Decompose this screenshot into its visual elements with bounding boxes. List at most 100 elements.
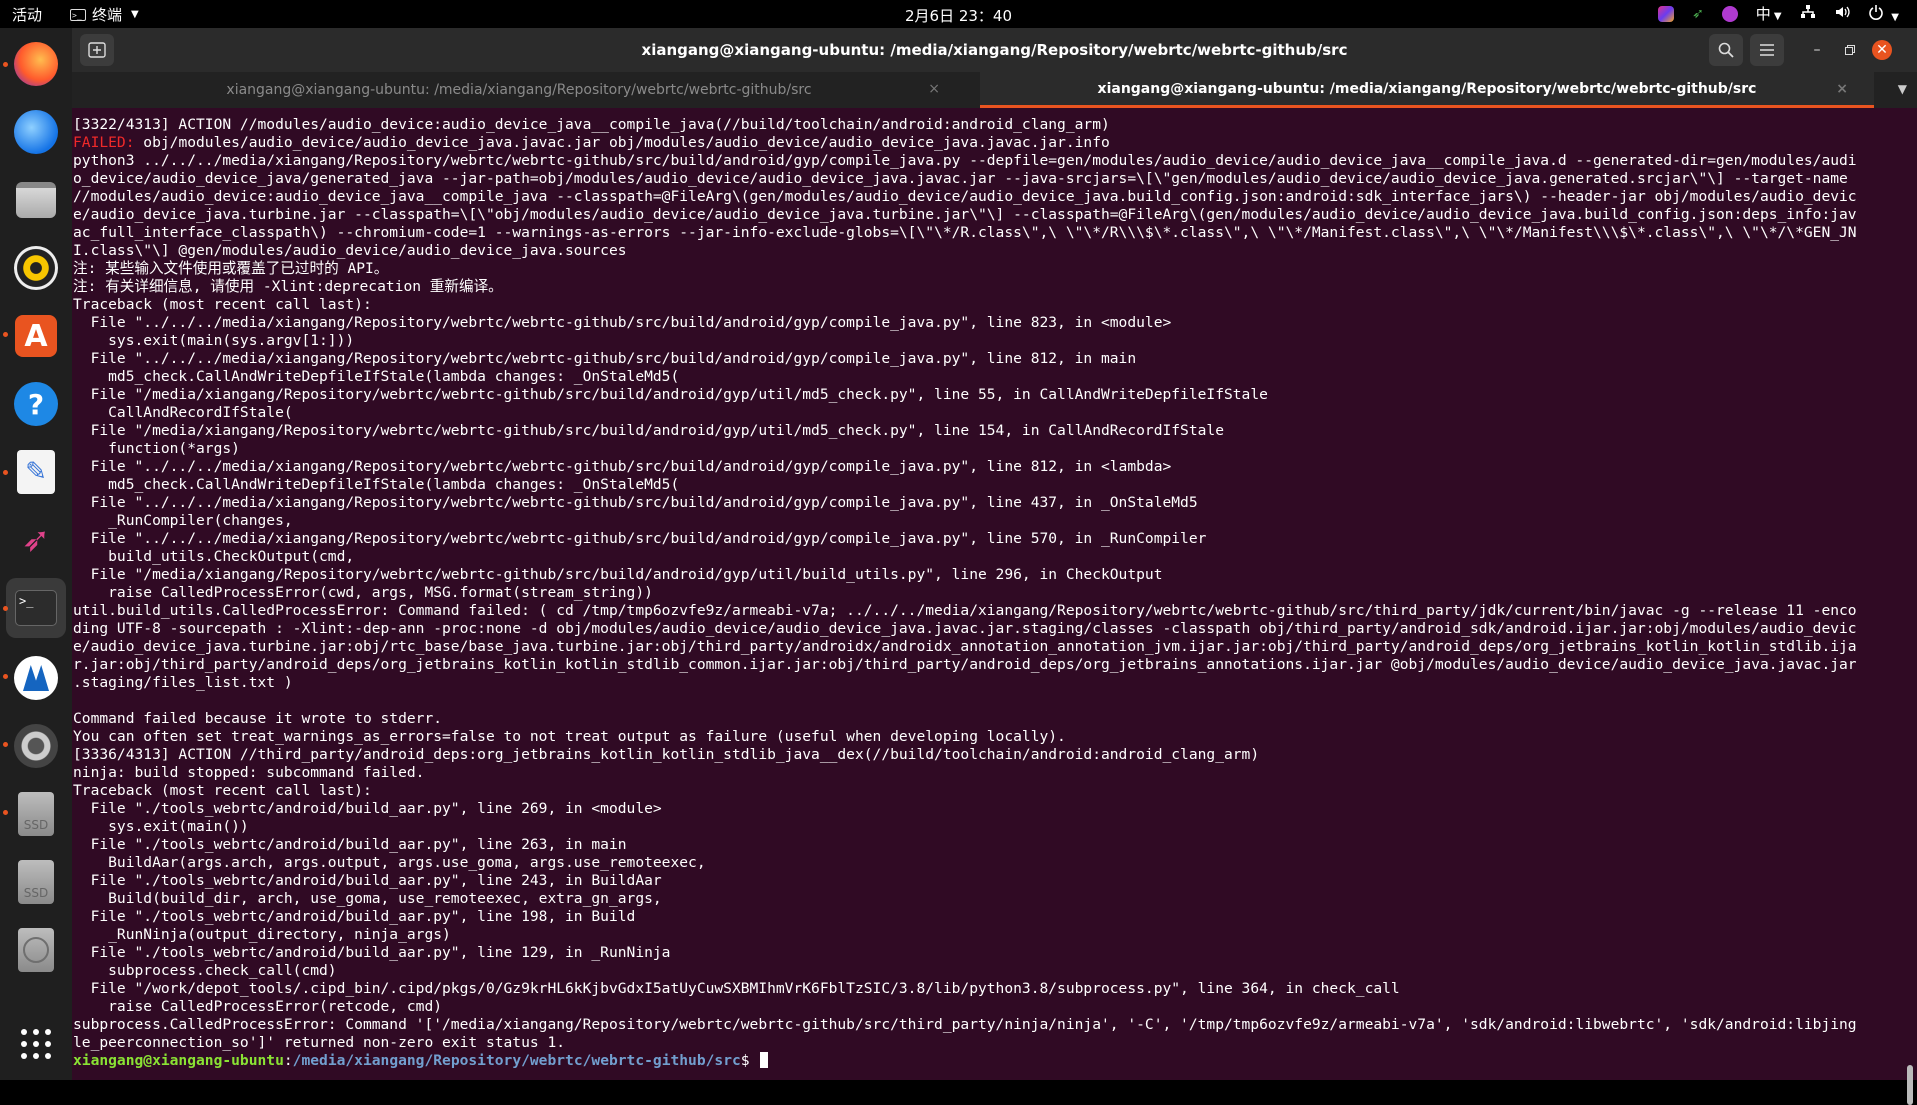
terminal-line: o_device/audio_device_java/generated_jav… — [73, 170, 1848, 187]
tray-update-icon[interactable] — [1721, 5, 1738, 22]
terminal-line: File "../../../media/xiangang/Repository… — [73, 458, 1172, 475]
terminal-line: ding UTF-8 -sourcepath : -Xlint:-dep-ann… — [73, 620, 1857, 637]
terminal-line-text: obj/modules/audio_device/audio_device_ja… — [134, 134, 1110, 151]
software-icon: A — [15, 315, 57, 357]
running-indicator — [3, 332, 8, 337]
terminal-line: python3 ../../../media/xiangang/Reposito… — [73, 152, 1857, 169]
dock-ssd-drive[interactable]: SSD — [12, 790, 60, 838]
dock-firefox[interactable] — [12, 40, 60, 88]
terminal-line: CallAndRecordIfStale( — [73, 404, 293, 421]
ssd-drive-icon: SSD — [18, 792, 54, 836]
tab-1[interactable]: xiangang@xiangang-ubuntu: /media/xiangan… — [72, 72, 966, 108]
terminal-line: Build(build_dir, arch, use_goma, use_rem… — [73, 890, 662, 907]
show-apps-button[interactable] — [12, 1020, 60, 1068]
dock-app[interactable] — [12, 654, 60, 702]
dock-files[interactable] — [12, 176, 60, 224]
terminal-line: File "../../../media/xiangang/Repository… — [73, 494, 1198, 511]
terminal-line: function(*args) — [73, 440, 240, 457]
terminal-line: _RunNinja(output_directory, ninja_args) — [73, 926, 451, 943]
minimize-button[interactable]: – — [1807, 40, 1827, 60]
show-apps-icon — [21, 1029, 51, 1059]
dock-ssd-drive[interactable]: SSD — [12, 858, 60, 906]
ssd-label: SSD — [23, 886, 49, 900]
app-menu[interactable]: >_ 终端 ▼ — [70, 4, 139, 25]
tab-label: xiangang@xiangang-ubuntu: /media/xiangan… — [226, 82, 812, 98]
dock-text-editor[interactable]: ✎ — [12, 448, 60, 496]
restore-button[interactable] — [1840, 40, 1860, 60]
chevron-down-icon: ▼ — [1891, 11, 1899, 23]
network-icon[interactable] — [1800, 4, 1816, 24]
terminal-line: Traceback (most recent call last): — [73, 296, 372, 313]
volume-icon[interactable] — [1834, 4, 1850, 24]
input-method-label: 中 — [1755, 5, 1771, 23]
app-menu-label: 终端 — [92, 6, 123, 24]
menu-button[interactable] — [1750, 34, 1784, 66]
running-indicator — [3, 470, 8, 475]
app-icon — [14, 656, 58, 700]
terminal-line: File "../../../media/xiangang/Repository… — [73, 350, 1137, 367]
restore-icon — [1845, 45, 1855, 55]
dock-help[interactable]: ? — [12, 380, 60, 428]
terminal-line: File "../../../media/xiangang/Repository… — [73, 314, 1172, 331]
terminal-line: subprocess.CalledProcessError: Command '… — [73, 1016, 1857, 1033]
terminal-line: e/audio_device_java.turbine.jar:obj/rtc_… — [73, 638, 1857, 655]
rhythmbox-icon — [14, 246, 58, 290]
terminal-line: md5_check.CallAndWriteDepfileIfStale(lam… — [73, 368, 680, 385]
clock[interactable]: 2月6日 23：40 — [905, 7, 1012, 25]
terminal-line: File "/media/xiangang/Repository/webrtc/… — [73, 566, 1163, 583]
terminal-line: [3322/4313] ACTION //modules/audio_devic… — [73, 116, 1110, 133]
tab-close-icon[interactable]: × — [928, 81, 940, 97]
terminal-mini-icon: >_ — [70, 8, 87, 21]
terminal-line: File "/media/xiangang/Repository/webrtc/… — [73, 386, 1268, 403]
terminal-line: File "./tools_webrtc/android/build_aar.p… — [73, 800, 662, 817]
chevron-down-icon: ▼ — [131, 9, 139, 20]
dock-disc[interactable] — [12, 926, 60, 974]
activities-button[interactable]: 活动 — [12, 4, 42, 25]
close-icon: ✕ — [1876, 42, 1888, 58]
running-indicator — [3, 62, 8, 67]
input-method-indicator[interactable]: 中 ▼ — [1756, 3, 1782, 24]
terminal-line: I.class\"\] @gen/modules/audio_device/au… — [73, 242, 627, 259]
terminal-line: sys.exit(main(sys.argv[1:])) — [73, 332, 355, 349]
tab-list-chevron-icon[interactable]: ▼ — [1898, 82, 1907, 96]
terminal-line: Command failed because it wrote to stder… — [73, 710, 443, 727]
terminal-line: raise CalledProcessError(retcode, cmd) — [73, 998, 443, 1015]
text-editor-icon: ✎ — [17, 450, 55, 494]
dock-thunderbird[interactable] — [12, 108, 60, 156]
terminal-window: xiangang@xiangang-ubuntu: /media/xiangan… — [72, 28, 1917, 1105]
terminal-line: FAILED: obj/modules/audio_device/audio_d… — [73, 134, 1898, 152]
dock-settings[interactable] — [12, 722, 60, 770]
terminal-line: File "/media/xiangang/Repository/webrtc/… — [73, 422, 1224, 439]
dock-kali[interactable]: ➶ — [12, 516, 60, 564]
terminal-line: File "../../../media/xiangang/Repository… — [73, 530, 1207, 547]
window-title: xiangang@xiangang-ubuntu: /media/xiangan… — [641, 41, 1348, 59]
terminal-output[interactable]: [3322/4313] ACTION //modules/audio_devic… — [72, 108, 1898, 1080]
dock-rhythmbox[interactable] — [12, 244, 60, 292]
terminal-line: Traceback (most recent call last): — [73, 782, 372, 799]
settings-icon — [14, 724, 58, 768]
terminal-line: ninja: build stopped: subcommand failed. — [73, 764, 425, 781]
dock-terminal[interactable]: >_ — [6, 578, 66, 638]
chevron-down-icon: ▼ — [1773, 11, 1782, 22]
close-button[interactable]: ✕ — [1872, 40, 1892, 60]
tab-close-icon[interactable]: × — [1836, 81, 1848, 97]
tray-kali-icon[interactable]: ➶ — [1692, 6, 1704, 22]
dock-software[interactable]: A — [12, 312, 60, 360]
search-icon — [1718, 42, 1734, 58]
terminal-line: File "./tools_webrtc/android/build_aar.p… — [73, 944, 671, 961]
thunderbird-icon — [14, 110, 58, 154]
prompt-symbol: $ — [740, 1052, 759, 1069]
scrollbar[interactable] — [1907, 1065, 1913, 1105]
search-button[interactable] — [1709, 34, 1743, 66]
header-bar: xiangang@xiangang-ubuntu: /media/xiangan… — [72, 28, 1917, 72]
terminal-line: e/audio_device_java.turbine.jar --classp… — [73, 206, 1857, 223]
power-menu[interactable]: ▼ — [1868, 4, 1899, 24]
tab-2[interactable]: xiangang@xiangang-ubuntu: /media/xiangan… — [980, 72, 1874, 108]
terminal-line: .staging/files_list.txt ) — [73, 674, 293, 691]
tray-app-icon[interactable] — [1658, 5, 1675, 22]
terminal-line: ac_full_interface_classpath\) --chromium… — [73, 224, 1857, 241]
terminal-icon: >_ — [15, 590, 57, 626]
running-indicator — [3, 674, 8, 679]
terminal-line: 注: 某些输入文件使用或覆盖了已过时的 API。 — [73, 260, 389, 277]
